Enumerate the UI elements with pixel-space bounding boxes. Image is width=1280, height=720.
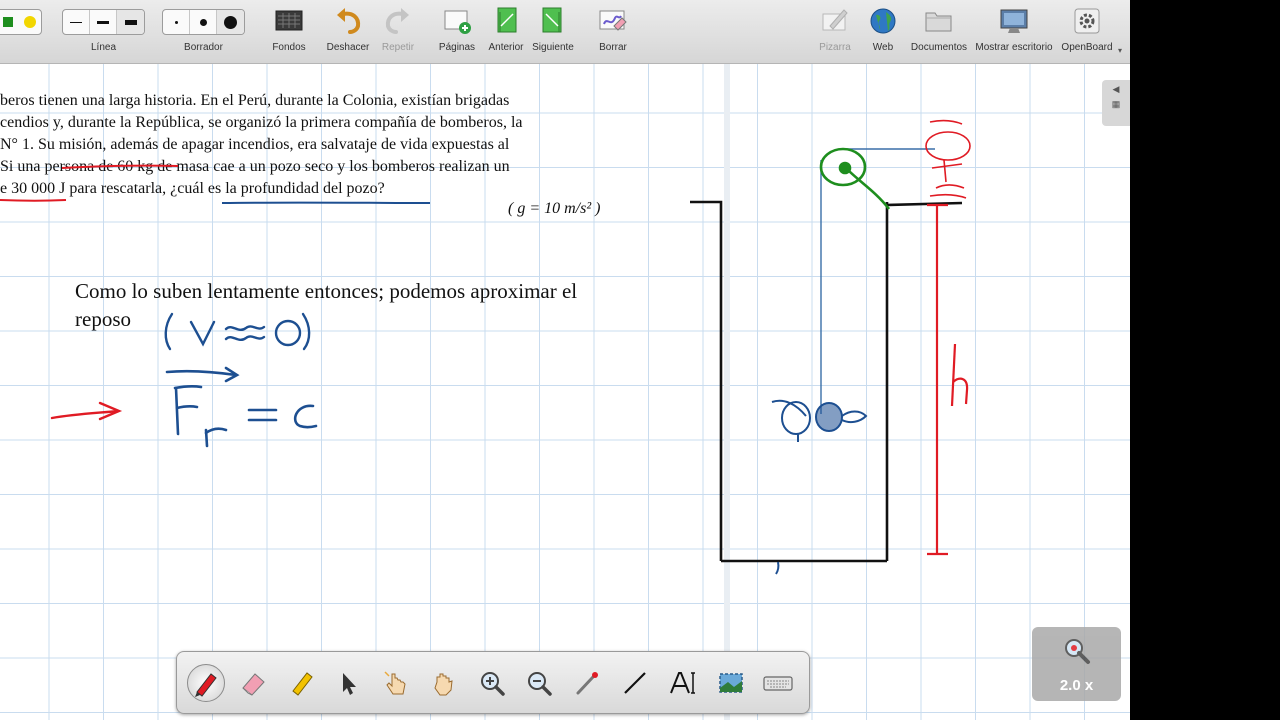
ink-layer [0, 119, 971, 575]
eraser-size-medium[interactable] [190, 10, 217, 34]
person-figure [771, 399, 868, 442]
line-tool-button[interactable] [616, 664, 654, 702]
eraser-icon [242, 673, 265, 696]
underline-work-red [0, 199, 67, 202]
zoom-in-icon [481, 672, 505, 696]
line-width-medium[interactable] [90, 10, 117, 34]
add-page-icon [444, 10, 471, 34]
web-label: Web [872, 42, 894, 53]
eraser-tool-button[interactable] [234, 664, 272, 702]
laser-pointer-icon [576, 672, 598, 695]
handwritten-red-arrow [50, 401, 123, 421]
documents-button[interactable]: Documentos [908, 0, 970, 64]
underline-mass [61, 164, 179, 169]
undo-icon [337, 8, 361, 34]
line-width-group: Línea [62, 0, 145, 64]
line-width-thin[interactable] [63, 10, 90, 34]
color-swatches [0, 0, 46, 64]
keyboard-icon [763, 676, 793, 691]
pen-tool-button[interactable] [187, 664, 225, 702]
pages-label: Páginas [438, 42, 476, 53]
zoom-out-button[interactable] [520, 664, 558, 702]
line-icon [624, 672, 646, 694]
board-icon [822, 9, 848, 31]
redo-button[interactable]: Repetir [375, 0, 421, 64]
openboard-menu-button[interactable]: OpenBoard [1058, 0, 1116, 64]
stylus-palette [176, 651, 810, 714]
eraser-size-group: Borrador [162, 0, 245, 64]
laser-pointer-button[interactable] [568, 664, 606, 702]
mini-grid-icon: ▦ [1111, 99, 1121, 109]
next-label: Siguiente [532, 42, 574, 53]
interact-hand-icon [384, 671, 406, 695]
pages-button[interactable]: Páginas [434, 0, 480, 64]
documents-label: Documentos [910, 42, 968, 53]
desktop-label: Mostrar escritorio [975, 42, 1053, 53]
well-bottom-mark [775, 561, 780, 575]
toolbar-overflow-icon[interactable]: ▾ [1118, 46, 1122, 55]
height-marker [927, 203, 969, 556]
backgrounds-label: Fondos [272, 42, 306, 53]
gear-icon [1074, 8, 1100, 34]
previous-page-icon [497, 7, 517, 33]
handwritten-v-approx-zero [164, 312, 311, 351]
eraser-label: Borrador [184, 42, 223, 53]
zoom-out-icon [528, 672, 552, 696]
well-walls [690, 200, 963, 563]
pulley-drawing [819, 147, 891, 210]
globe-icon [870, 8, 896, 34]
undo-label: Deshacer [326, 42, 370, 53]
board-mode-button[interactable]: Pizarra [812, 0, 858, 64]
keyboard-tool-button[interactable] [759, 664, 797, 702]
openboard-label: OpenBoard [1061, 42, 1113, 53]
redo-label: Repetir [381, 42, 415, 53]
highlighter-icon [292, 672, 313, 696]
interact-tool-button[interactable] [377, 664, 415, 702]
board-label: Pizarra [819, 42, 851, 53]
capture-icon [719, 673, 743, 693]
eraser-size-small[interactable] [163, 10, 190, 34]
zoom-magnifier-icon [1064, 639, 1090, 664]
desktop-monitor-icon [1000, 9, 1028, 33]
undo-button[interactable]: Deshacer [325, 0, 371, 64]
pointer-icon [343, 673, 356, 695]
zoom-in-button[interactable] [473, 664, 511, 702]
color-swatch-yellow[interactable] [23, 16, 36, 28]
eraser-size-large[interactable] [217, 10, 244, 34]
text-tool-button[interactable] [664, 664, 702, 702]
folder-icon [925, 12, 952, 32]
next-page-icon [542, 7, 562, 33]
whiteboard-canvas[interactable]: beros tienen una larga historia. En el P… [0, 64, 1130, 720]
color-swatch-green[interactable] [2, 17, 13, 27]
select-tool-button[interactable] [329, 664, 367, 702]
move-hand-icon [434, 673, 453, 696]
redo-icon [385, 8, 409, 34]
previous-page-button[interactable]: Anterior [483, 0, 529, 64]
next-page-button[interactable]: Siguiente [530, 0, 576, 64]
pen-icon [195, 673, 217, 697]
library-side-tab[interactable]: ◀ ▦ [1102, 80, 1130, 126]
clear-page-icon [599, 10, 627, 31]
zoom-level-label: 2.0 x [1059, 677, 1094, 694]
line-label: Línea [90, 42, 117, 53]
clear-label: Borrar [599, 42, 627, 53]
capture-tool-button[interactable] [712, 664, 750, 702]
backgrounds-icon [275, 10, 303, 31]
web-button[interactable]: Web [860, 0, 906, 64]
line-width-thick[interactable] [117, 10, 144, 34]
backgrounds-button[interactable]: Fondos [266, 0, 312, 64]
clear-page-button[interactable]: Borrar [590, 0, 636, 64]
previous-label: Anterior [488, 42, 524, 53]
main-toolbar: Línea Borrador Fondos Deshacer Repetir P… [0, 0, 1130, 64]
show-desktop-button[interactable]: Mostrar escritorio [972, 0, 1056, 64]
highlighter-tool-button[interactable] [282, 664, 320, 702]
pan-tool-button[interactable] [425, 664, 463, 702]
rescuer-figure [925, 119, 971, 199]
collapse-arrow-icon: ◀ [1112, 84, 1120, 94]
handwritten-fr-equals [165, 366, 318, 448]
text-icon [670, 672, 695, 694]
zoom-indicator[interactable]: 2.0 x [1032, 627, 1121, 701]
